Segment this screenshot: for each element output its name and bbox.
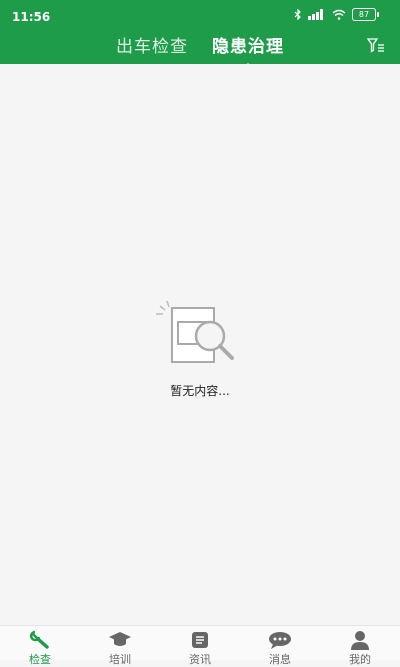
news-icon (192, 632, 208, 648)
nav-item-news[interactable]: 资讯 (160, 626, 240, 666)
bottom-nav: 检查 培训 资讯 消息 我的 (0, 625, 400, 666)
status-time: 11:56 (12, 10, 51, 24)
graduation-cap-icon (109, 632, 131, 646)
empty-message: 暂无内容... (170, 384, 230, 398)
status-icons: 87 (294, 8, 379, 21)
nav-label-check: 检查 (29, 653, 51, 666)
nav-label-training: 培训 (109, 653, 131, 666)
nav-item-training[interactable]: 培训 (80, 626, 160, 666)
wifi-icon (332, 9, 346, 20)
tab-hazard-management[interactable]: 隐患治理 (212, 34, 284, 68)
battery-icon: 87 (352, 8, 379, 21)
nav-label-messages: 消息 (269, 653, 291, 666)
tab-bar: 出车检查 隐患治理 (0, 34, 400, 68)
filter-icon (366, 38, 384, 53)
status-bar: 11:56 87 (0, 0, 400, 34)
filter-button[interactable] (366, 36, 386, 56)
nav-label-profile: 我的 (349, 653, 371, 666)
app-header: 11:56 87 出车检查 隐患治理 (0, 0, 400, 68)
nav-item-messages[interactable]: 消息 (240, 626, 320, 666)
empty-state: 暂无内容... (0, 298, 400, 399)
nav-item-check[interactable]: 检查 (0, 626, 80, 666)
nav-label-news: 资讯 (189, 653, 211, 666)
bluetooth-icon (294, 9, 301, 20)
wrench-icon (29, 630, 49, 649)
signal-icon (308, 9, 323, 20)
nav-item-profile[interactable]: 我的 (320, 626, 400, 666)
empty-search-icon (156, 300, 234, 363)
chat-icon (269, 632, 291, 649)
user-icon (351, 631, 369, 650)
tab-departure-check[interactable]: 出车检查 (116, 34, 188, 64)
